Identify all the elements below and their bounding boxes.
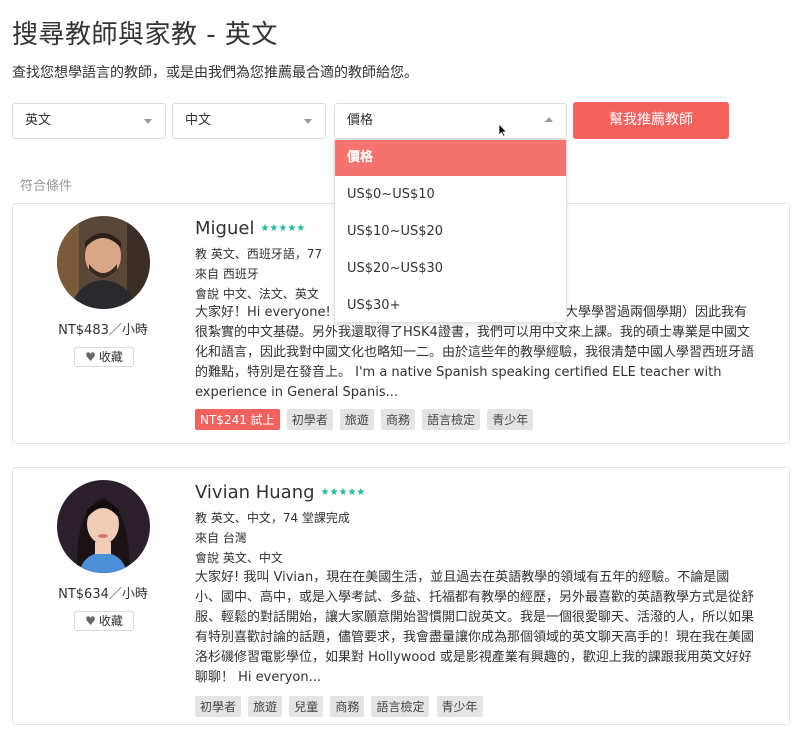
price-dropdown-menu: 價格 US$0~US$10 US$10~US$20 US$20~US$30 US… (334, 139, 567, 323)
chevron-down-icon (304, 119, 312, 124)
tag: 初學者 (286, 409, 333, 430)
favorite-button[interactable]: ♥ 收藏 (74, 611, 134, 631)
language-select[interactable]: 英文 (12, 103, 166, 139)
tag: 兒童 (289, 696, 324, 717)
tag: 初學者 (195, 696, 242, 717)
rating-stars: ★★★★★ (320, 487, 366, 498)
price-select[interactable]: 價格 (334, 103, 567, 139)
hourly-rate: NT$483／小時 (58, 323, 148, 338)
avatar[interactable] (57, 216, 150, 309)
teacher-description: 大家好! 我叫 Vivian，現在在美國生活，並且過去在英語教學的領域有五年的經… (195, 570, 755, 685)
heart-icon: ♥ (85, 614, 96, 628)
favorite-label: 收藏 (98, 614, 123, 628)
favorite-button[interactable]: ♥ 收藏 (74, 347, 134, 367)
mouse-cursor-icon (498, 123, 508, 137)
teacher-info: Vivian Huang ★★★★★ 教 英文、中文，74 堂課完成 來自 台灣 … (195, 482, 755, 717)
description-start: 大家好！Hi everyone! (195, 305, 331, 320)
trial-lesson-badge[interactable]: NT$241 試上 (195, 409, 280, 430)
price-option-0-10[interactable]: US$0~US$10 (335, 176, 566, 213)
teacher-name[interactable]: Vivian Huang (195, 482, 315, 503)
tag: 青少年 (487, 409, 534, 430)
price-option-any[interactable]: 價格 (335, 140, 566, 176)
hourly-rate: NT$634／小時 (58, 587, 148, 602)
native-language-select-value: 中文 (185, 113, 212, 128)
tag: 青少年 (436, 696, 483, 717)
price-option-10-20[interactable]: US$10~US$20 (335, 213, 566, 250)
tag: 語言檢定 (422, 409, 481, 430)
avatar[interactable] (57, 480, 150, 573)
rating-stars: ★★★★★ (260, 223, 306, 234)
tag: 商務 (330, 696, 365, 717)
tag: 旅遊 (339, 409, 374, 430)
page-subtitle: 查找您想學語言的教師，或是由我們為您推薦最合適的教師給您。 (12, 65, 418, 81)
native-language-select[interactable]: 中文 (172, 103, 326, 139)
teacher-name[interactable]: Miguel (195, 218, 254, 239)
description-rest: 很紮實的中文基礎。另外我還取得了HSK4證書，我們可以用中文來上課。我的碩士專業… (195, 325, 755, 400)
chevron-down-icon (144, 119, 152, 124)
language-select-value: 英文 (25, 113, 52, 128)
description-visible-fragment: 大學學習過兩個學期）因此我有 (565, 305, 748, 320)
price-option-30-plus[interactable]: US$30+ (335, 287, 566, 324)
favorite-label: 收藏 (98, 350, 123, 364)
tag: 旅遊 (248, 696, 283, 717)
from-line: 來自 台灣 (195, 531, 247, 545)
tag: 商務 (380, 409, 415, 430)
heart-icon: ♥ (85, 350, 96, 364)
page-title: 搜尋教師與家教 - 英文 (12, 20, 278, 50)
results-label: 符合條件 (20, 179, 73, 194)
speaks-line: 會說 英文、中文 (195, 551, 283, 565)
chevron-up-icon (545, 117, 553, 122)
teaches-line: 教 英文、中文，74 堂課完成 (195, 511, 350, 525)
price-select-value: 價格 (347, 113, 374, 128)
price-option-20-30[interactable]: US$20~US$30 (335, 250, 566, 287)
teacher-card[interactable]: NT$634／小時 ♥ 收藏 Vivian Huang ★★★★★ 教 英文、中文，… (12, 467, 790, 725)
tag-list: 初學者 旅遊 兒童 商務 語言檢定 青少年 (195, 696, 755, 717)
tag-list: NT$241 試上 初學者 旅遊 商務 語言檢定 青少年 (195, 409, 755, 430)
recommend-teacher-button[interactable]: 幫我推薦教師 (573, 102, 729, 139)
tag: 語言檢定 (371, 696, 430, 717)
